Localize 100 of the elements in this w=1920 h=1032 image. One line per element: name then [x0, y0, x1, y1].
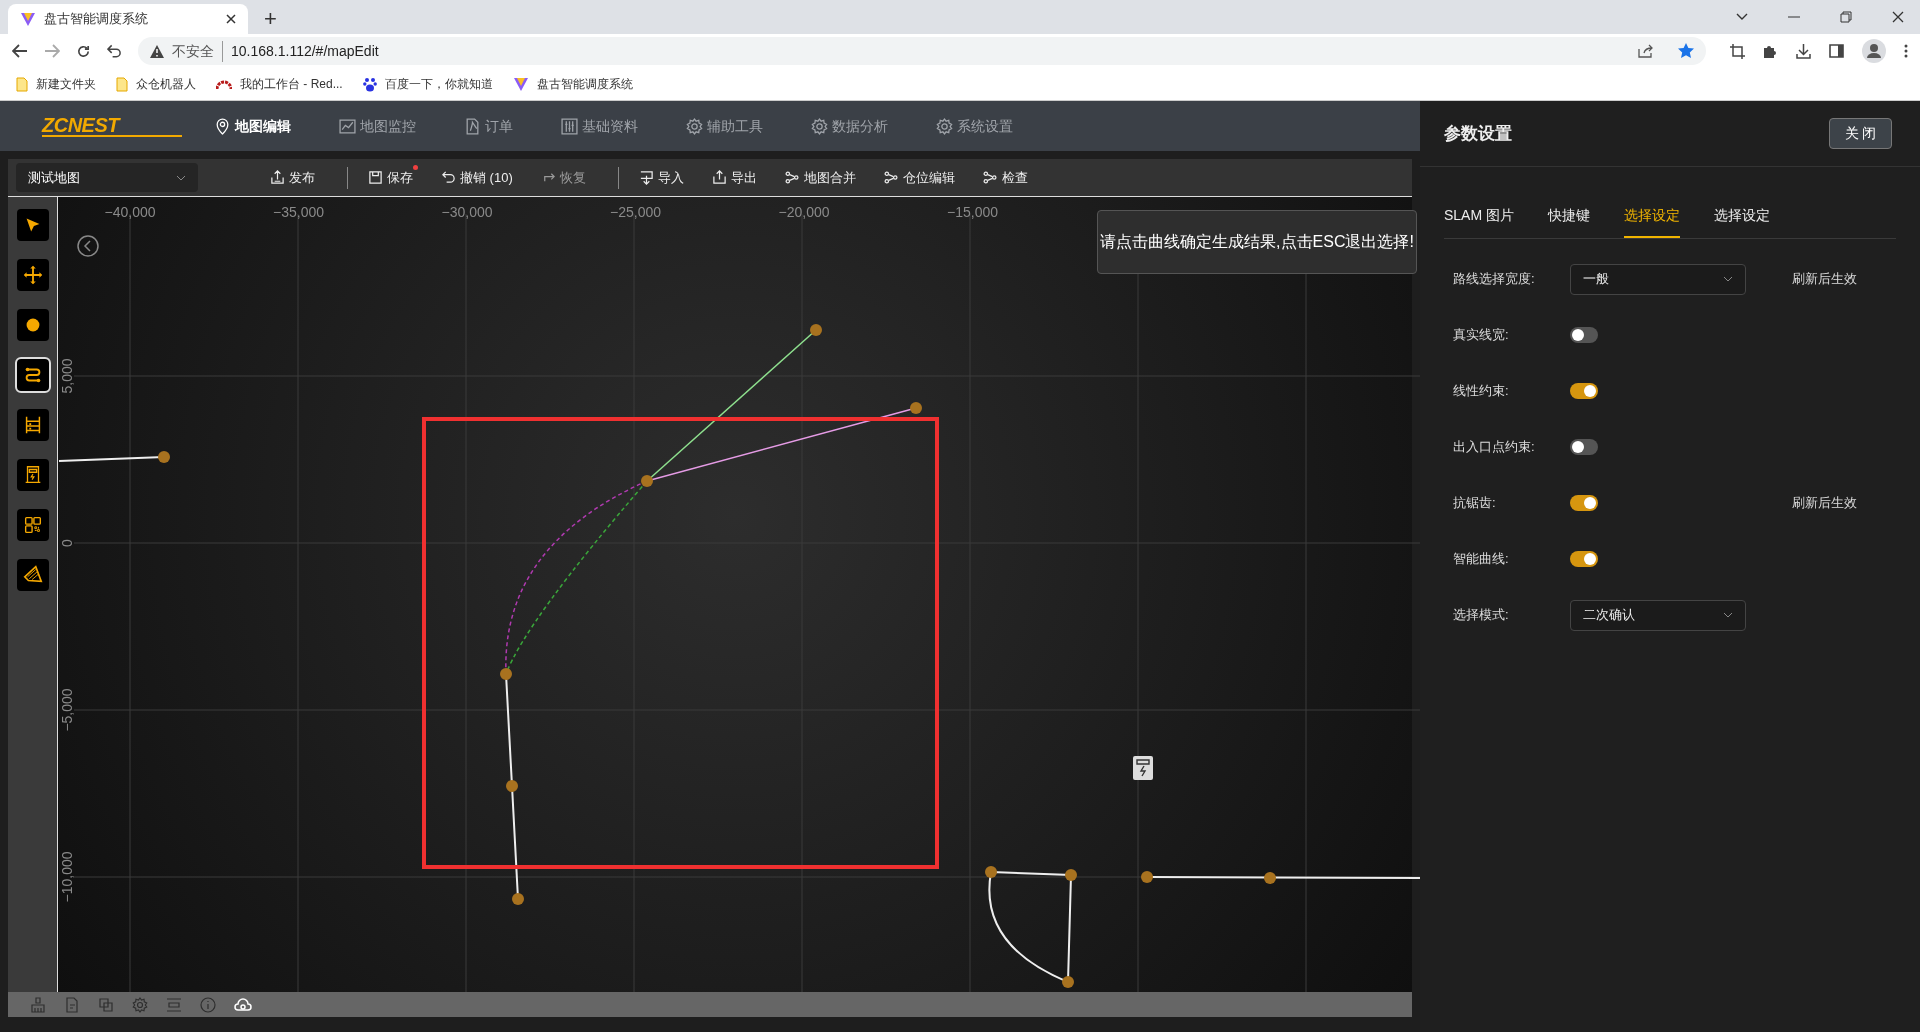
close-icon[interactable]: [1892, 11, 1904, 23]
import-icon: [638, 170, 654, 185]
setting-label: 智能曲线:: [1453, 550, 1510, 569]
tool-button[interactable]: [16, 459, 49, 491]
back-icon[interactable]: [77, 235, 99, 257]
axis-label: −35,000: [273, 204, 324, 220]
toolbar-button[interactable]: 检查: [974, 167, 1036, 188]
tool-button[interactable]: [16, 509, 49, 541]
select-field[interactable]: 二次确认: [1570, 599, 1746, 631]
tab-title: 盘古智能调度系统: [44, 10, 149, 29]
folder-icon: [16, 76, 28, 92]
note-text: 刷新后生效: [1792, 270, 1857, 289]
panel-tab[interactable]: 快捷键: [1548, 205, 1590, 238]
gear-icon: [811, 117, 828, 135]
nodes-icon: [784, 170, 800, 185]
close-button[interactable]: 关 闭: [1829, 118, 1892, 149]
tool-button[interactable]: [16, 209, 49, 241]
chevron-down-icon: [1723, 276, 1733, 282]
chevron-down-icon: [176, 174, 186, 181]
map-select[interactable]: 测试地图: [16, 163, 198, 192]
axis-label: −30,000: [441, 204, 493, 220]
axis-label: −20,000: [778, 204, 830, 220]
panel-tab[interactable]: 选择设定: [1714, 205, 1770, 238]
app-logo-icon: [20, 11, 36, 27]
note-text: 刷新后生效: [1792, 494, 1857, 513]
bookmark[interactable]: 众仓机器人: [116, 75, 196, 93]
gear-icon: [936, 117, 953, 135]
axis-label: −25,000: [610, 204, 661, 220]
side-panel-icon[interactable]: [1829, 44, 1844, 58]
paw-icon: [362, 76, 377, 92]
panel-tab[interactable]: SLAM 图片: [1444, 205, 1514, 238]
tool-button[interactable]: [16, 309, 49, 341]
document-icon: [464, 117, 481, 135]
upload-icon: [270, 170, 285, 185]
select-field[interactable]: 一般: [1570, 263, 1746, 295]
download-icon[interactable]: [1796, 43, 1811, 59]
nav-tab[interactable]: 地图编辑: [214, 115, 291, 137]
tool-button[interactable]: [16, 359, 49, 391]
restore-icon[interactable]: [1840, 11, 1852, 23]
nav-tab[interactable]: 数据分析: [811, 115, 888, 137]
new-tab-button[interactable]: +: [264, 8, 277, 30]
menu-icon[interactable]: [1904, 44, 1908, 58]
panel-tab[interactable]: 选择设定: [1624, 205, 1680, 238]
toggle-switch[interactable]: [1570, 383, 1598, 399]
panel-title: 参数设置: [1444, 122, 1512, 145]
close-icon[interactable]: [226, 14, 236, 24]
star-icon[interactable]: [1678, 43, 1694, 59]
toggle-switch[interactable]: [1570, 327, 1598, 343]
pin-icon: [214, 117, 231, 135]
line-chart-icon: [339, 117, 356, 135]
setting-label: 真实线宽:: [1453, 326, 1510, 345]
puzzle-icon[interactable]: [1763, 43, 1778, 59]
folder-icon: [116, 76, 128, 92]
nav-tab[interactable]: 系统设置: [936, 115, 1013, 137]
setting-label: 出入口点约束:: [1453, 438, 1536, 457]
toggle-switch[interactable]: [1570, 551, 1598, 567]
crop-icon[interactable]: [1730, 43, 1745, 59]
toolbar-button[interactable]: 仓位编辑: [875, 167, 963, 188]
gear-icon: [686, 117, 703, 135]
gear-icon[interactable]: [132, 996, 148, 1013]
bookmark[interactable]: 盘古智能调度系统: [512, 75, 633, 93]
share-icon[interactable]: [1638, 44, 1654, 58]
nav-tab[interactable]: 辅助工具: [686, 115, 763, 137]
toolbar-button[interactable]: 导出: [703, 167, 765, 188]
axis-label: 0: [59, 539, 75, 547]
toolbar-button[interactable]: 发布: [262, 167, 323, 188]
browser-tab[interactable]: 盘古智能调度系统: [8, 4, 248, 34]
back-icon[interactable]: [12, 44, 28, 58]
charger-icon: [1133, 756, 1153, 780]
tool-button[interactable]: [16, 409, 49, 441]
toolbar-button[interactable]: 撤销 (10): [433, 167, 521, 188]
toolbar-button[interactable]: 地图合并: [776, 167, 864, 188]
cloud-icon[interactable]: [234, 997, 252, 1012]
toggle-switch[interactable]: [1570, 439, 1598, 455]
setting-label: 路线选择宽度:: [1453, 270, 1536, 289]
toolbar-button[interactable]: 导入: [630, 167, 692, 188]
setting-label: 选择模式:: [1453, 606, 1510, 625]
export-icon: [711, 170, 727, 185]
chevron-down-icon[interactable]: [1736, 13, 1748, 21]
address-bar[interactable]: 不安全 10.168.1.112/#/mapEdit: [138, 37, 1706, 65]
nav-tab[interactable]: 订单: [464, 115, 513, 137]
bookmark[interactable]: 新建文件夹: [16, 75, 96, 93]
toolbar-button[interactable]: 保存: [360, 167, 421, 188]
tool-button[interactable]: [16, 259, 49, 291]
url-text: 10.168.1.112/#/mapEdit: [231, 41, 379, 61]
app-logo-icon: [512, 76, 529, 92]
logo: ZCNEST: [42, 115, 182, 137]
profile-icon[interactable]: [1862, 39, 1886, 63]
bookmark[interactable]: 我的工作台 - Red...: [216, 75, 343, 93]
nav-tab[interactable]: 地图监控: [339, 115, 416, 137]
reload-icon[interactable]: [76, 43, 91, 59]
nodes-icon: [982, 170, 998, 185]
tool-button[interactable]: [16, 559, 49, 591]
undo-icon[interactable]: [107, 44, 122, 58]
nodes-icon: [883, 170, 899, 185]
toggle-switch[interactable]: [1570, 495, 1598, 511]
warning-icon: [150, 44, 164, 58]
axis-label: −40,000: [104, 204, 156, 220]
bookmark[interactable]: 百度一下，你就知道: [362, 75, 493, 93]
nav-tab[interactable]: 基础资料: [561, 115, 638, 137]
